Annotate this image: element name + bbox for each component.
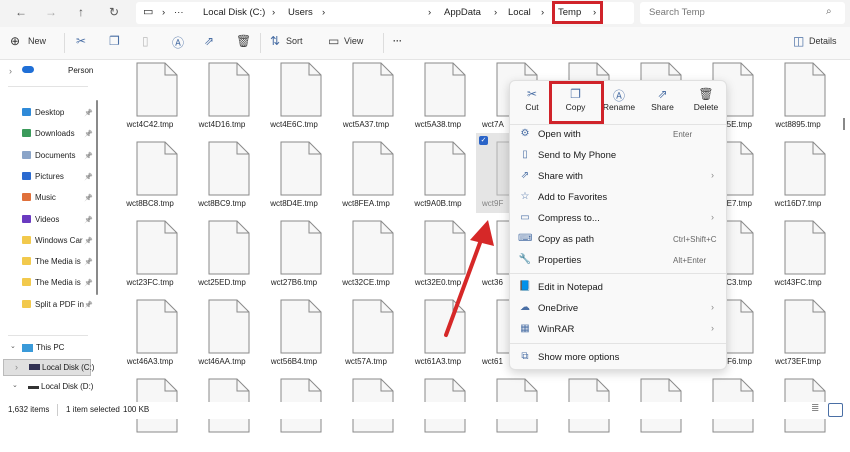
- phone-icon: ▯: [522, 149, 528, 160]
- cut-button[interactable]: ✂ Cut: [510, 87, 554, 112]
- menu-item-zip-folder[interactable]: ▭ Compress to... ›: [510, 209, 726, 229]
- selection-size: 100 KB: [123, 405, 150, 414]
- menu-item-open-with[interactable]: ⚙ Open with Enter: [510, 125, 726, 145]
- copy-highlight-box: [549, 81, 604, 124]
- divider: [510, 273, 726, 274]
- share-button[interactable]: ⇗ Share: [641, 87, 685, 112]
- chevron-right-icon: ›: [711, 323, 714, 333]
- zip-folder-icon: ▭: [520, 212, 530, 223]
- divider: [510, 343, 726, 344]
- cut-icon: ✂: [526, 87, 538, 101]
- menu-item-label: WinRAR: [538, 324, 575, 335]
- chevron-right-icon: ›: [711, 170, 714, 180]
- menu-item-label: Copy as path: [538, 234, 594, 245]
- context-menu: ✂ Cut ❐ Copy Ⓐ Rename ⇗ Share 🗑 Delete ⚙ Open with…: [509, 80, 727, 370]
- chevron-right-icon: ›: [711, 212, 714, 222]
- shortcut-text: Alt+Enter: [673, 256, 707, 265]
- menu-item-label: Compress to...: [538, 213, 600, 224]
- menu-item-share[interactable]: ⇗ Share with ›: [510, 167, 726, 187]
- onedrive-icon: ☁: [520, 302, 530, 313]
- menu-item-label: Send to My Phone: [538, 150, 617, 161]
- external-icon: ⧉: [521, 351, 529, 362]
- wrench-icon: 🔧: [518, 254, 532, 265]
- item-count: 1,632 items: [8, 405, 50, 414]
- menu-item-label: Share with: [538, 171, 583, 182]
- menu-item-label: Edit in Notepad: [538, 282, 603, 293]
- delete-button[interactable]: 🗑 Delete: [684, 87, 728, 112]
- menu-item-winrar[interactable]: ▦ WinRAR ›: [510, 320, 726, 340]
- menu-item-star[interactable]: ☆ Add to Favorites: [510, 188, 726, 208]
- menu-item-wrench[interactable]: 🔧 Properties Alt+Enter: [510, 251, 726, 271]
- notepad-icon: 📘: [518, 281, 532, 292]
- shortcut-text: Enter: [673, 130, 693, 139]
- large-icons-view-icon[interactable]: [828, 403, 843, 417]
- menu-item-label: Open with: [538, 129, 581, 140]
- quick-action-label: Share: [651, 102, 674, 112]
- menu-item-copy-path[interactable]: ⌨ Copy as path Ctrl+Shift+C: [510, 230, 726, 250]
- shortcut-text: Ctrl+Shift+C: [673, 235, 717, 244]
- delete-icon: 🗑: [698, 87, 714, 101]
- menu-item-label: Properties: [538, 255, 582, 266]
- divider: [57, 404, 58, 416]
- star-icon: ☆: [520, 191, 530, 202]
- menu-item-label: Add to Favorites: [538, 192, 608, 203]
- copy-path-icon: ⌨: [518, 233, 533, 244]
- menu-item-phone[interactable]: ▯ Send to My Phone: [510, 146, 726, 166]
- menu-item-label: OneDrive: [538, 303, 579, 314]
- quick-action-label: Delete: [693, 102, 719, 112]
- open-with-icon: ⚙: [520, 128, 530, 139]
- share-icon: ⇗: [657, 87, 668, 101]
- selection-count: 1 item selected: [66, 405, 120, 414]
- share-icon: ⇗: [520, 170, 530, 181]
- menu-item-notepad[interactable]: 📘 Edit in Notepad: [510, 278, 726, 298]
- menu-item-external[interactable]: ⧉ Show more options: [510, 348, 726, 368]
- menu-item-onedrive[interactable]: ☁ OneDrive ›: [510, 299, 726, 319]
- winrar-icon: ▦: [520, 323, 530, 334]
- status-bar: 1,632 items 1 item selected 100 KB ≣: [0, 402, 850, 419]
- chevron-right-icon: ›: [711, 302, 714, 312]
- details-view-icon[interactable]: ≣: [811, 403, 819, 414]
- quick-action-label: Cut: [525, 102, 539, 112]
- menu-item-label: Show more options: [538, 352, 620, 363]
